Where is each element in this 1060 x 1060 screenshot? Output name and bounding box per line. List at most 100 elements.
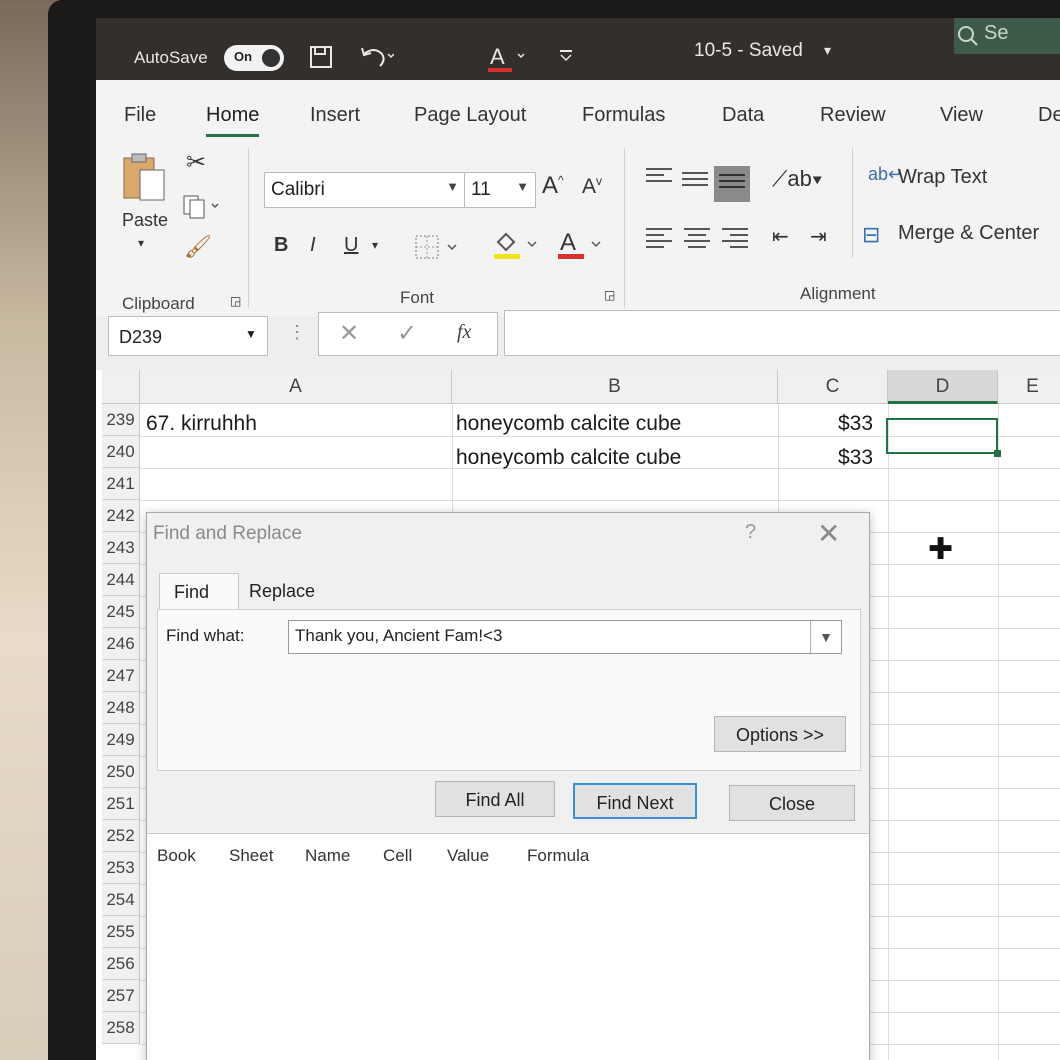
font-launcher-icon[interactable]: ◲ — [604, 288, 615, 302]
row-header[interactable]: 256 — [102, 948, 140, 980]
paste-icon[interactable] — [122, 152, 168, 209]
row-header[interactable]: 242 — [102, 500, 140, 532]
decrease-indent-icon[interactable]: ⇤ — [772, 224, 789, 249]
column-header-b[interactable]: B — [452, 370, 778, 404]
tab-home[interactable]: Home — [206, 104, 260, 137]
tab-file[interactable]: File — [124, 104, 156, 127]
select-all-corner[interactable] — [102, 370, 140, 404]
results-col-formula[interactable]: Formula — [527, 846, 589, 866]
find-next-button[interactable]: Find Next — [573, 783, 697, 819]
row-header[interactable]: 249 — [102, 724, 140, 756]
row-header[interactable]: 250 — [102, 756, 140, 788]
bottom-align-icon[interactable] — [714, 166, 750, 202]
font-name-select[interactable]: Calibri ▼ — [264, 172, 466, 208]
find-what-input[interactable]: Thank you, Ancient Fam!<3 ▼ — [288, 620, 842, 654]
tab-find[interactable]: Find — [159, 573, 239, 611]
fill-handle[interactable] — [994, 450, 1001, 457]
undo-icon[interactable] — [358, 44, 395, 76]
cut-icon[interactable]: ✂ — [186, 148, 206, 177]
column-header-a[interactable]: A — [140, 370, 452, 404]
row-header[interactable]: 239 — [102, 404, 140, 436]
row-header[interactable]: 240 — [102, 436, 140, 468]
tab-insert[interactable]: Insert — [310, 104, 360, 127]
save-icon[interactable] — [308, 44, 334, 76]
row-header[interactable]: 253 — [102, 852, 140, 884]
align-right-icon[interactable] — [722, 228, 748, 248]
align-left-icon[interactable] — [646, 228, 672, 248]
merge-center-button[interactable]: Merge & Center — [898, 222, 1039, 245]
formula-input[interactable] — [504, 310, 1060, 356]
help-button[interactable]: ? — [745, 521, 756, 544]
close-button[interactable]: Close — [729, 785, 855, 821]
results-col-cell[interactable]: Cell — [383, 846, 412, 866]
row-header[interactable]: 255 — [102, 916, 140, 948]
align-center-icon[interactable] — [684, 228, 710, 248]
tab-view[interactable]: View — [940, 104, 983, 127]
autosave-toggle[interactable]: On — [224, 45, 284, 71]
more-options-icon[interactable]: ⋮ — [288, 322, 306, 343]
name-box[interactable]: D239 ▼ — [108, 316, 268, 356]
search-box[interactable]: Se — [954, 18, 1060, 54]
chevron-down-icon[interactable]: ▾ — [372, 238, 378, 252]
cell-a239[interactable]: 67. kirruhhh — [146, 412, 257, 436]
font-color-icon[interactable]: A — [556, 228, 606, 268]
italic-button[interactable]: I — [310, 234, 316, 257]
dialog-close-button[interactable]: ✕ — [817, 517, 840, 550]
results-col-book[interactable]: Book — [157, 846, 196, 866]
chevron-down-icon[interactable]: ▾ — [824, 42, 831, 59]
tab-data[interactable]: Data — [722, 104, 764, 127]
results-list[interactable]: Book Sheet Name Cell Value Formula — [147, 833, 869, 1060]
enter-icon[interactable]: ✓ — [397, 319, 417, 348]
row-header[interactable]: 254 — [102, 884, 140, 916]
cancel-icon[interactable]: ✕ — [339, 319, 359, 348]
customize-qat-icon[interactable] — [558, 44, 574, 70]
decrease-font-icon[interactable]: Av — [582, 174, 602, 199]
tab-replace[interactable]: Replace — [243, 573, 333, 611]
results-col-value[interactable]: Value — [447, 846, 489, 866]
row-header[interactable]: 245 — [102, 596, 140, 628]
format-painter-icon[interactable]: 🖌 — [184, 234, 212, 260]
chevron-down-icon[interactable]: ▼ — [810, 621, 841, 653]
tab-developer[interactable]: De — [1038, 104, 1060, 127]
font-color-quick-icon[interactable]: A — [488, 44, 528, 80]
options-button[interactable]: Options >> — [714, 716, 846, 752]
orientation-icon[interactable]: ⟋ab▾ — [772, 166, 823, 192]
cell-b239[interactable]: honeycomb calcite cube — [456, 412, 681, 436]
row-header[interactable]: 243 — [102, 532, 140, 564]
cell-c239[interactable]: $33 — [838, 412, 873, 436]
find-all-button[interactable]: Find All — [435, 781, 555, 817]
bold-button[interactable]: B — [274, 234, 288, 257]
row-header[interactable]: 247 — [102, 660, 140, 692]
cell-b240[interactable]: honeycomb calcite cube — [456, 446, 681, 470]
font-size-select[interactable]: 11 ▼ — [464, 172, 536, 208]
row-header[interactable]: 252 — [102, 820, 140, 852]
paste-button[interactable]: Paste — [122, 210, 168, 231]
copy-icon[interactable] — [182, 194, 222, 226]
tab-review[interactable]: Review — [820, 104, 886, 127]
insert-function-button[interactable]: fx — [457, 321, 471, 344]
active-cell-d239[interactable] — [886, 418, 1001, 457]
column-header-c[interactable]: C — [778, 370, 888, 404]
results-col-sheet[interactable]: Sheet — [229, 846, 273, 866]
paste-dropdown-icon[interactable]: ▾ — [138, 236, 144, 250]
increase-indent-icon[interactable]: ⇥ — [810, 224, 827, 249]
borders-icon[interactable] — [414, 232, 462, 268]
column-header-e[interactable]: E — [998, 370, 1060, 404]
top-align-icon[interactable] — [646, 168, 672, 188]
increase-font-icon[interactable]: A^ — [542, 172, 564, 200]
document-title[interactable]: 10-5 - Saved — [694, 40, 803, 62]
results-col-name[interactable]: Name — [305, 846, 350, 866]
cell-c240[interactable]: $33 — [838, 446, 873, 470]
tab-formulas[interactable]: Formulas — [582, 104, 665, 127]
tab-page-layout[interactable]: Page Layout — [414, 104, 526, 127]
wrap-text-button[interactable]: Wrap Text — [898, 166, 987, 189]
underline-button[interactable]: U — [344, 234, 358, 257]
row-header[interactable]: 257 — [102, 980, 140, 1012]
row-header[interactable]: 248 — [102, 692, 140, 724]
row-header[interactable]: 244 — [102, 564, 140, 596]
column-header-d[interactable]: D — [888, 370, 998, 404]
clipboard-launcher-icon[interactable]: ◲ — [230, 294, 241, 308]
row-header[interactable]: 251 — [102, 788, 140, 820]
row-header[interactable]: 246 — [102, 628, 140, 660]
middle-align-icon[interactable] — [682, 172, 708, 192]
